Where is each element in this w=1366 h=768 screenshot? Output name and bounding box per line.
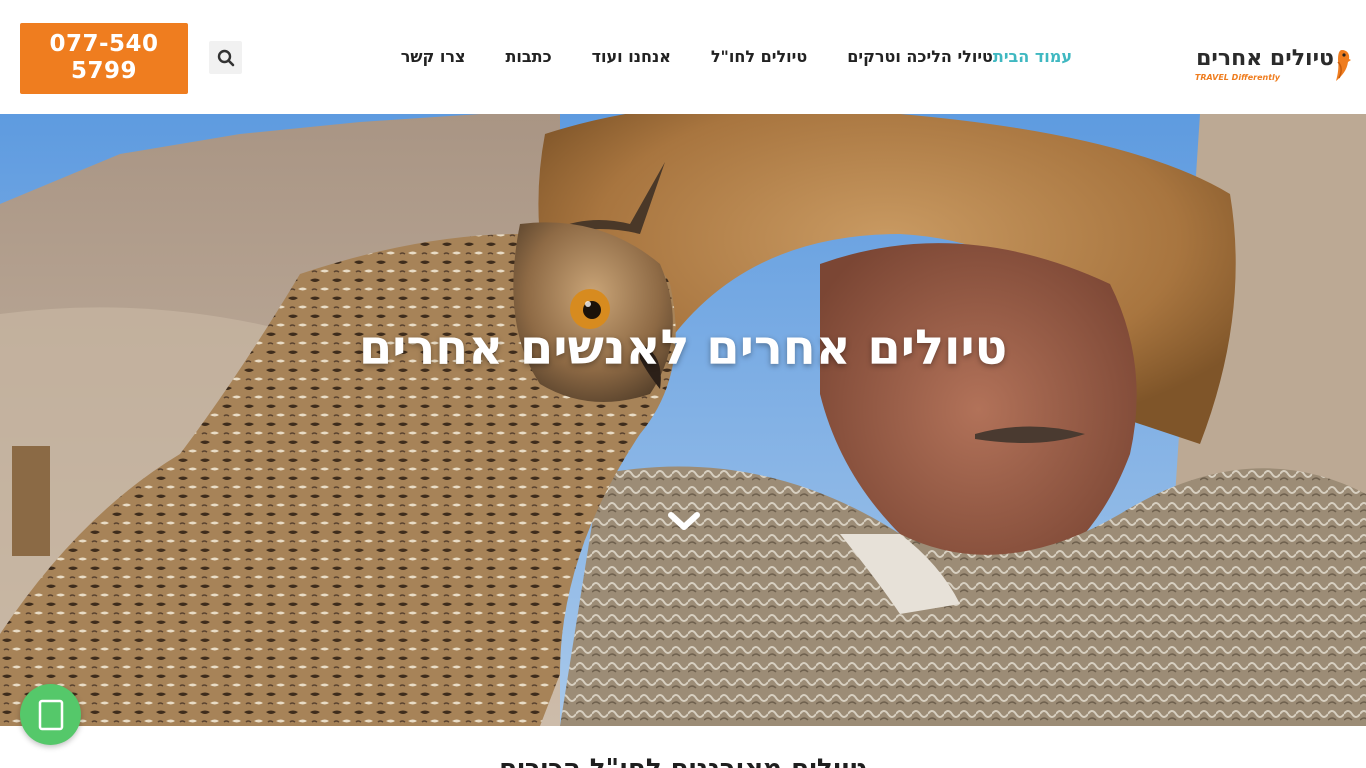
nav-item-trips-abroad[interactable]: טיולים לחו"ל (711, 45, 807, 69)
search-button[interactable] (209, 41, 242, 74)
search-icon (217, 49, 234, 66)
chevron-down-icon (668, 512, 700, 530)
nav-item-hiking-treks[interactable]: טיולי הליכה וטרקים (847, 45, 993, 69)
site-header: 077-5405799 עמוד הבית טיולי הליכה וטרקים… (0, 0, 1366, 114)
main-nav: עמוד הבית טיולי הליכה וטרקים טיולים לחו"… (361, 45, 1072, 69)
logo-tagline: TRAVEL Differently (1194, 73, 1280, 82)
chat-icon (38, 699, 63, 730)
chat-button[interactable] (20, 684, 81, 745)
site-logo[interactable]: טיולים אחרים TRAVEL Differently (1195, 46, 1352, 86)
scroll-down-button[interactable] (667, 510, 701, 534)
nav-item-about[interactable]: אנחנו ועוד (592, 45, 671, 69)
section-title: טיולים מאורגנים לחו"ל הכירים (0, 752, 1366, 768)
phone-button[interactable]: 077-5405799 (20, 23, 188, 94)
nav-item-home[interactable]: עמוד הבית (993, 45, 1072, 69)
nav-item-contact[interactable]: צרו קשר (401, 45, 466, 69)
hero-image (0, 114, 1366, 726)
hero-title: טיולים אחרים לאנשים אחרים (358, 320, 1008, 376)
nav-item-articles[interactable]: כתבות (505, 45, 551, 69)
hero-banner: טיולים אחרים לאנשים אחרים (0, 114, 1366, 726)
logo-name: טיולים אחרים (1196, 46, 1334, 71)
phone-number: 077-5405799 (49, 31, 159, 84)
